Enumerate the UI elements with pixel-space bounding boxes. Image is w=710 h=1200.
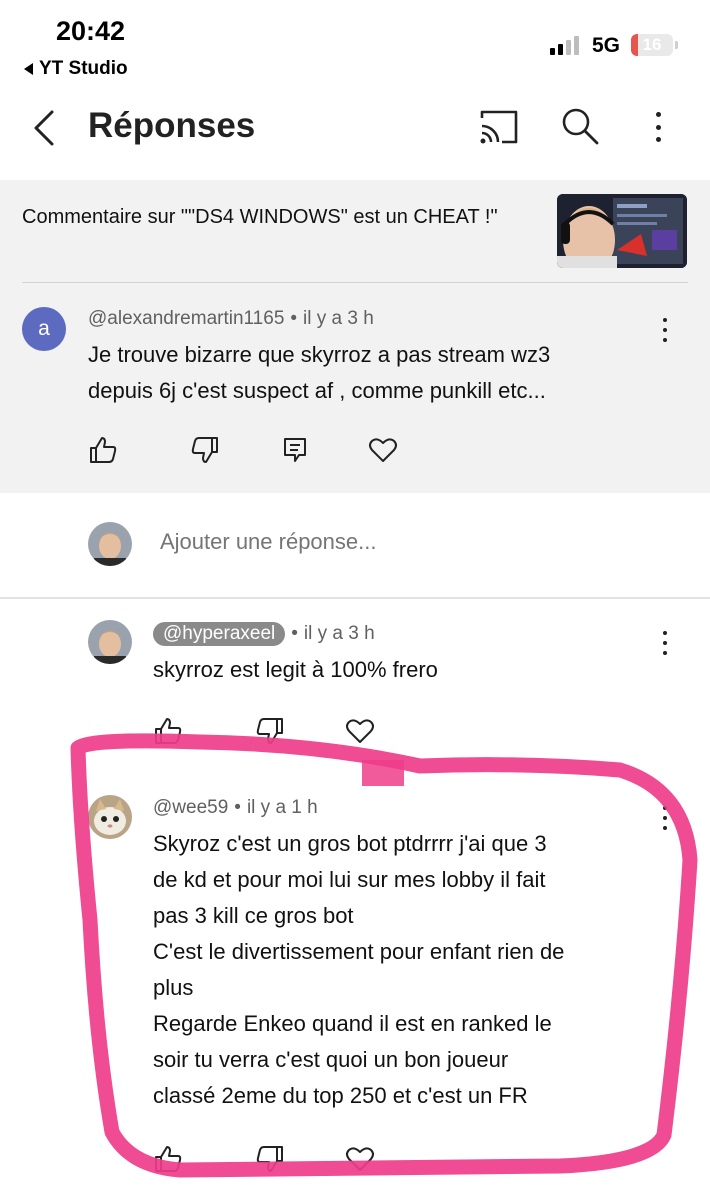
reply-line: soir tu verra c'est quoi un bon joueur	[153, 1047, 509, 1072]
reply-line: C'est le divertissement pour enfant rien…	[153, 939, 565, 964]
reply-line: de kd et pour moi lui sur mes lobby il f…	[153, 867, 546, 892]
comment-line: Je trouve bizarre que skyrroz a pas stre…	[88, 342, 551, 367]
reply-meta: @hyperaxeel • il y a 3 h	[153, 622, 375, 646]
back-triangle-icon	[24, 63, 33, 75]
section-divider	[0, 597, 710, 599]
reply-icon[interactable]	[280, 435, 310, 465]
comment-on-video-label: Commentaire sur ""DS4 WINDOWS" est un CH…	[22, 206, 498, 228]
comment-more-icon[interactable]	[655, 315, 675, 345]
avatar[interactable]	[88, 620, 132, 664]
battery-level: 16	[642, 35, 662, 54]
reply-meta: @wee59 • il y a 1 h	[153, 797, 318, 818]
status-bar: 20:42 YT Studio 5G 16	[0, 0, 710, 90]
like-icon[interactable]	[153, 716, 183, 746]
comment-time: il y a 3 h	[303, 308, 374, 329]
reply-line: skyrroz est legit à 100% frero	[153, 657, 438, 682]
back-app-label: YT Studio	[39, 58, 128, 79]
parent-comment-section: Commentaire sur ""DS4 WINDOWS" est un CH…	[0, 180, 710, 493]
reply-line: pas 3 kill ce gros bot	[153, 903, 354, 928]
heart-icon[interactable]	[345, 716, 375, 746]
dislike-icon[interactable]	[255, 1144, 285, 1174]
reply-line: Skyroz c'est un gros bot ptdrrrr j'ai qu…	[153, 831, 547, 856]
reply-input[interactable]	[160, 529, 640, 555]
dislike-icon[interactable]	[190, 435, 220, 465]
reply-line: classé 2eme du top 250 et c'est un FR	[153, 1083, 528, 1108]
reply-text: Skyroz c'est un gros bot ptdrrrr j'ai qu…	[153, 826, 564, 1114]
clock: 20:42	[56, 16, 126, 46]
comment-author[interactable]: @alexandremartin1165	[88, 308, 284, 329]
avatar[interactable]: a	[22, 307, 66, 351]
reply-text: skyrroz est legit à 100% frero	[153, 652, 438, 688]
reply-author[interactable]: @hyperaxeel	[153, 622, 286, 646]
dislike-icon[interactable]	[255, 716, 285, 746]
reply-line: plus	[153, 975, 194, 1000]
reply-more-icon[interactable]	[655, 803, 675, 833]
comment-line: depuis 6j c'est suspect af , comme punki…	[88, 378, 546, 403]
reply-time: il y a 1 h	[246, 797, 318, 818]
battery-icon: 16	[631, 34, 673, 56]
reply-time: il y a 3 h	[303, 623, 375, 644]
more-vertical-icon[interactable]	[646, 106, 670, 148]
video-thumbnail[interactable]	[557, 194, 687, 268]
battery-tip	[675, 41, 678, 49]
reply-more-icon[interactable]	[655, 628, 675, 658]
user-avatar	[88, 522, 132, 566]
search-icon[interactable]	[560, 106, 600, 146]
heart-icon[interactable]	[345, 1144, 375, 1174]
signal-strength-icon	[550, 33, 584, 55]
avatar[interactable]	[88, 795, 132, 839]
comment-text: Je trouve bizarre que skyrroz a pas stre…	[88, 337, 550, 409]
context-divider	[22, 282, 688, 283]
network-type: 5G	[592, 34, 621, 57]
add-reply-row	[0, 493, 710, 598]
avatar-letter: a	[38, 317, 50, 340]
reply-line: Regarde Enkeo quand il est en ranked le	[153, 1011, 552, 1036]
heart-icon[interactable]	[368, 435, 398, 465]
back-to-app-link[interactable]: YT Studio	[24, 58, 128, 80]
app-bar: Réponses	[0, 90, 710, 180]
like-icon[interactable]	[153, 1144, 183, 1174]
page-title: Réponses	[88, 106, 256, 145]
like-icon[interactable]	[88, 435, 118, 465]
reply-author[interactable]: @wee59	[153, 797, 228, 818]
back-arrow-icon[interactable]	[28, 108, 62, 148]
comment-meta: @alexandremartin1165 • il y a 3 h	[88, 308, 374, 329]
cast-icon[interactable]	[478, 108, 520, 146]
